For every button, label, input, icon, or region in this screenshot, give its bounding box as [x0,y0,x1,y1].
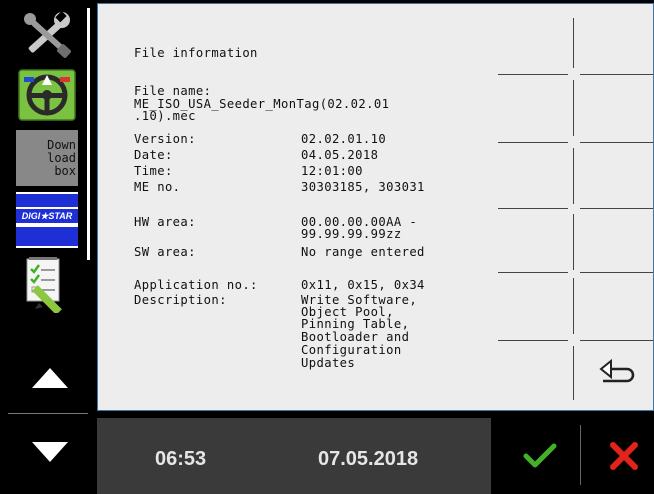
date-label: Date: [134,148,173,162]
sw-area-label: SW area: [134,245,196,259]
arrow-down-icon [32,442,68,462]
return-arrow-icon [599,358,635,383]
time-value: 12:01:00 [301,164,363,178]
checkmark-icon [523,443,557,468]
version-value: 02.02.01.10 [301,132,387,146]
checklist-edit-icon[interactable] [16,254,78,314]
settings-tools-icon[interactable] [16,8,78,62]
accept-button[interactable] [512,430,568,482]
clock-time: 06:53 [155,448,207,470]
rail-scrollbar[interactable] [87,8,90,260]
rail-divider [8,413,88,414]
download-box-label-2: load [47,150,76,165]
description-label: Description: [134,293,227,307]
softkey-column [498,4,653,410]
clock-date: 07.05.2018 [318,448,419,470]
download-box-label-1: Down [47,137,76,152]
description-line-6: Updates [301,356,356,370]
action-separator [580,425,581,485]
steering-wheel-icon[interactable] [16,68,78,122]
me-no-value: 30303185, 303031 [301,180,425,194]
digistar-logo-icon[interactable]: DIGI★STAR [16,192,78,248]
return-button[interactable] [588,344,644,394]
date-value: 04.05.2018 [301,148,379,162]
cancel-button[interactable] [598,430,650,482]
close-icon [610,442,638,470]
download-box-label-3: box [54,163,76,178]
hw-area-value-2: 99.99.99.99zz [301,227,402,241]
scroll-down-button[interactable] [26,434,74,470]
digistar-logo-text: DIGI★STAR [21,210,73,221]
me-no-label: ME no. [134,180,181,194]
hw-area-label: HW area: [134,215,196,229]
application-no-value: 0x11, 0x15, 0x34 [301,278,425,292]
application-no-label: Application no.: [134,278,258,292]
time-label: Time: [134,164,173,178]
download-box-icon[interactable]: Down load box [16,130,78,186]
file-name-value-2: .10).mec [134,109,196,123]
sw-area-value: No range entered [301,245,425,259]
version-label: Version: [134,132,196,146]
scroll-up-button[interactable] [26,360,74,396]
left-rail: Down load box DIGI★STAR [0,0,97,494]
file-info-panel: File information File name: ME_ISO_USA_S… [97,3,654,411]
arrow-up-icon [32,368,68,388]
page-title: File information [134,46,258,60]
status-bar: 06:53 07.05.2018 [97,418,491,494]
